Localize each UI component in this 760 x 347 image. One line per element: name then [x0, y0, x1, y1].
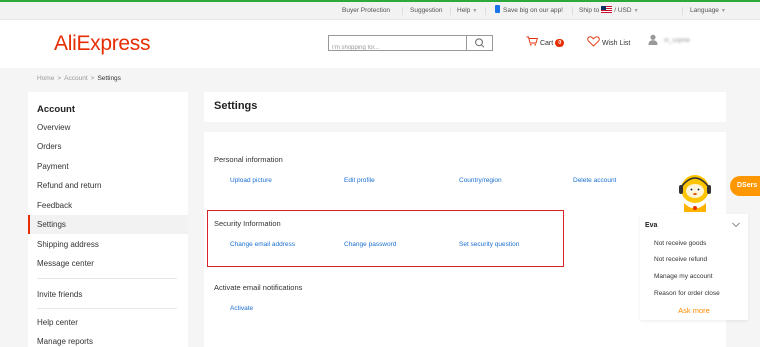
chat-widget: Eva Not receive goods Not receive refund…: [640, 214, 748, 320]
sidebar-divider: [37, 308, 177, 309]
language-label: Language: [690, 7, 719, 14]
buyer-protection-link[interactable]: Buyer Protection: [342, 2, 390, 20]
breadcrumb-separator: >: [57, 75, 62, 82]
page-title-card: Settings: [204, 92, 726, 122]
change-email-address-link[interactable]: Change email address: [230, 241, 295, 248]
sidebar-title: Account: [37, 104, 75, 115]
suggestion-link[interactable]: Suggestion: [410, 2, 443, 20]
chevron-down-icon: ▼: [472, 8, 478, 14]
breadcrumb: Home > Account > Settings: [37, 75, 121, 82]
sidebar-item-orders[interactable]: Orders: [28, 137, 188, 156]
sidebar-item-invite-friends[interactable]: Invite friends: [28, 285, 188, 304]
heart-icon: [587, 36, 600, 47]
security-information-title: Security Information: [214, 219, 281, 228]
aliexpress-logo[interactable]: AliExpress: [54, 32, 151, 56]
sidebar-item-feedback[interactable]: Feedback: [28, 196, 188, 215]
app-promo-link[interactable]: Save big on our app!: [495, 2, 563, 20]
chat-option[interactable]: Not receive refund: [654, 256, 707, 263]
personal-information-title: Personal information: [214, 155, 283, 164]
help-menu[interactable]: Help ▼: [457, 2, 477, 20]
wishlist-label: Wish List: [601, 40, 631, 47]
top-bar: Buyer Protection Suggestion Help ▼ Save b…: [0, 2, 760, 20]
divider: [485, 7, 486, 15]
chat-agent-name: Eva: [645, 222, 658, 229]
sidebar-item-settings[interactable]: Settings: [28, 215, 188, 234]
username[interactable]: m_sophie: [664, 36, 696, 47]
currency-label: / USD: [614, 7, 632, 14]
breadcrumb-home[interactable]: Home: [37, 75, 54, 82]
edit-profile-link[interactable]: Edit profile: [344, 177, 375, 184]
country-region-link[interactable]: Country/region: [459, 177, 502, 184]
divider: [402, 7, 403, 15]
sidebar-divider: [37, 278, 177, 279]
sidebar-item-payment[interactable]: Payment: [28, 157, 188, 176]
assistant-mascot-icon[interactable]: [676, 172, 714, 217]
site-header: AliExpress Cart0 Wish List m_sophie: [0, 20, 760, 68]
search-button[interactable]: [466, 36, 492, 50]
chevron-down-icon[interactable]: [732, 222, 740, 228]
account-sidebar: Account Overview Orders Payment Refund a…: [28, 92, 188, 347]
sidebar-item-shipping-address[interactable]: Shipping address: [28, 235, 188, 254]
sidebar-item-manage-reports[interactable]: Manage reports: [28, 332, 188, 347]
breadcrumb-separator: >: [90, 75, 95, 82]
ask-more-button[interactable]: Ask more: [640, 306, 748, 315]
email-notifications-title: Activate email notifications: [214, 283, 303, 292]
chevron-down-icon: ▼: [633, 8, 639, 14]
chat-option[interactable]: Not receive goods: [654, 240, 706, 247]
page-title: Settings: [214, 100, 258, 112]
divider: [682, 7, 683, 15]
wishlist-button[interactable]: Wish List: [587, 36, 630, 50]
help-label: Help: [457, 7, 471, 14]
dsers-button[interactable]: DSers: [730, 176, 760, 196]
phone-icon: [495, 5, 500, 13]
search-bar: [328, 35, 493, 55]
breadcrumb-account[interactable]: Account: [64, 75, 88, 82]
divider: [572, 7, 573, 15]
divider: [450, 7, 451, 15]
search-input[interactable]: [329, 41, 467, 55]
breadcrumb-current: Settings: [97, 75, 121, 82]
search-icon: [475, 38, 485, 48]
sidebar-item-overview[interactable]: Overview: [28, 118, 188, 137]
app-promo-label: Save big on our app!: [503, 7, 563, 14]
sidebar-item-help-center[interactable]: Help center: [28, 313, 188, 332]
ship-to-label: Ship to: [579, 7, 600, 14]
language-selector[interactable]: Language ▼: [690, 2, 726, 20]
cart-button[interactable]: Cart 0: [526, 36, 565, 50]
cart-icon: [526, 36, 538, 46]
activate-link[interactable]: Activate: [230, 305, 253, 312]
us-flag-icon: [601, 6, 613, 13]
avatar[interactable]: [648, 34, 658, 45]
chat-option[interactable]: Reason for order close: [654, 290, 720, 297]
ship-to-selector[interactable]: Ship to / USD ▼: [579, 2, 639, 20]
delete-account-link[interactable]: Delete account: [573, 177, 616, 184]
change-password-link[interactable]: Change password: [344, 241, 396, 248]
cart-label: Cart: [539, 40, 554, 47]
cart-count-badge: 0: [555, 39, 565, 47]
chat-option[interactable]: Manage my account: [654, 273, 713, 280]
upload-picture-link[interactable]: Upload picture: [230, 177, 272, 184]
set-security-question-link[interactable]: Set security question: [459, 241, 519, 248]
chevron-down-icon: ▼: [720, 8, 726, 14]
sidebar-item-message-center[interactable]: Message center: [28, 254, 188, 273]
sidebar-item-refund-and-return[interactable]: Refund and return: [28, 176, 188, 195]
